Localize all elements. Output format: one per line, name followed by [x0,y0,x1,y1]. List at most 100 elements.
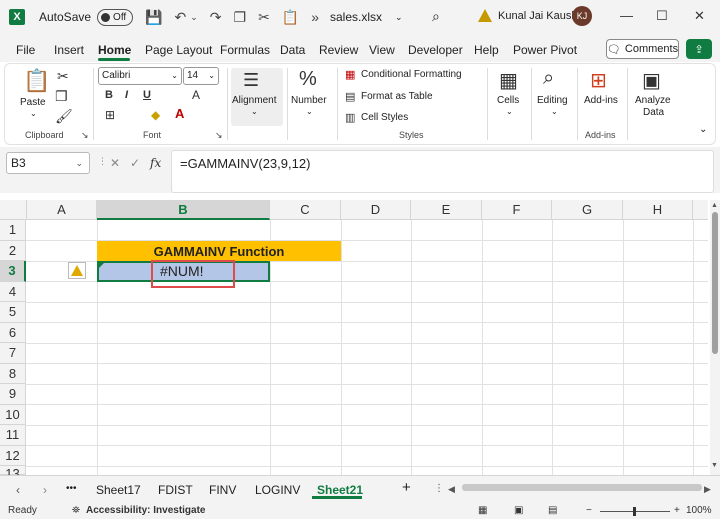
clipboard-launcher-icon[interactable]: ↘ [81,130,89,141]
row-header-13[interactable]: 13 [0,466,26,475]
fill-color-icon[interactable]: ◆ [151,108,160,122]
page-layout-view-icon[interactable]: ▣ [514,505,523,516]
undo-dropdown-icon[interactable]: ⌄ [190,12,198,23]
horizontal-scroll-thumb[interactable] [462,484,702,491]
row-header-6[interactable]: 6 [0,322,26,343]
worksheet-grid[interactable]: A B C D E F G H 1 2 3 4 5 6 7 8 9 10 11 … [0,200,708,475]
zoom-out-icon[interactable]: − [586,505,592,516]
column-header-e[interactable]: E [411,200,482,220]
row-header-7[interactable]: 7 [0,343,26,364]
accessibility-status[interactable]: Accessibility: Investigate [86,505,206,516]
paste-clipboard-icon[interactable]: 📋 [23,68,50,94]
paste-dropdown-icon[interactable]: ⌄ [30,109,37,118]
column-header-g[interactable]: G [552,200,623,220]
font-color-icon[interactable]: A [175,106,184,121]
autosave-toggle[interactable]: Off [97,8,134,26]
sheet-tab-finv[interactable]: FINV [209,483,236,497]
zoom-slider-handle[interactable] [633,507,636,516]
page-break-view-icon[interactable]: ▤ [548,505,557,516]
cut-icon[interactable]: ✂ [258,9,270,26]
number-dropdown-icon[interactable]: ⌄ [306,107,313,116]
cells-icon[interactable]: ▦ [499,68,518,93]
search-icon[interactable]: ⌕ [543,67,554,90]
cells-button[interactable]: Cells [497,95,519,106]
tab-file[interactable]: File [16,43,35,57]
column-header-d[interactable]: D [341,200,411,220]
format-as-table-button[interactable]: Format as Table [361,91,433,102]
number-button[interactable]: Number [291,95,327,106]
more-icon[interactable]: ⋮ [98,156,107,167]
analyze-data-button[interactable]: Analyze [635,95,671,106]
sheet-tab-sheet21[interactable]: Sheet21 [317,483,363,497]
tab-power-pivot[interactable]: Power Pivot [513,43,577,57]
tab-developer[interactable]: Developer [408,43,463,57]
column-header-b[interactable]: B [97,200,270,220]
copy-icon[interactable]: ❐ [234,9,247,26]
search-icon[interactable]: ⌕ [432,8,440,25]
chevron-down-icon[interactable]: ⌄ [75,153,83,173]
tab-home[interactable]: Home [98,43,131,57]
row-header-4[interactable]: 4 [0,281,26,302]
cells-dropdown-icon[interactable]: ⌄ [506,107,513,116]
cell-styles-button[interactable]: Cell Styles [361,112,408,123]
vertical-scroll-thumb[interactable] [712,212,718,354]
paste-icon[interactable]: 📋 [282,9,299,26]
column-header-h[interactable]: H [623,200,693,220]
alignment-dropdown-icon[interactable]: ⌄ [251,107,258,116]
file-name[interactable]: sales.xlsx [330,10,382,24]
add-sheet-button[interactable]: + [402,479,411,496]
insert-function-button[interactable]: fx [150,156,161,170]
format-painter-icon[interactable]: 🖌 [55,108,73,125]
font-launcher-icon[interactable]: ↘ [215,130,223,141]
hscroll-right-icon[interactable]: ▶ [704,484,711,495]
warning-icon[interactable] [478,9,492,22]
redo-icon[interactable]: ↷ [210,9,222,26]
alignment-button[interactable]: Alignment [232,95,276,106]
editing-button[interactable]: Editing [537,95,568,106]
sheet-tab-fdist[interactable]: FDIST [158,483,193,497]
row-header-8[interactable]: 8 [0,363,26,384]
row-header-2[interactable]: 2 [0,240,26,261]
underline-button[interactable]: U [143,89,151,101]
row-header-3[interactable]: 3 [0,261,26,282]
prev-sheet-icon[interactable]: ‹ [16,483,20,497]
close-icon[interactable]: ✕ [694,8,705,24]
maximize-icon[interactable]: ☐ [656,8,668,24]
zoom-in-icon[interactable]: + [674,505,680,516]
tab-page-layout[interactable]: Page Layout [145,43,212,57]
tab-formulas[interactable]: Formulas [220,43,270,57]
tab-help[interactable]: Help [474,43,499,57]
alignment-icon[interactable]: ☰ [243,70,259,91]
paste-button[interactable]: Paste [20,97,46,108]
avatar[interactable]: KJ [572,6,592,26]
enter-icon[interactable]: ✓ [130,156,140,170]
scroll-down-icon[interactable]: ▼ [711,462,718,469]
formula-input[interactable]: =GAMMAINV(23,9,12) [171,150,714,193]
row-header-5[interactable]: 5 [0,302,26,323]
percent-icon[interactable]: % [299,68,317,91]
select-all-corner[interactable] [0,200,27,220]
cell-b2-title[interactable]: GAMMAINV Function [97,241,341,261]
share-button[interactable]: ⇪ [686,39,712,59]
cut-icon[interactable]: ✂ [57,68,69,85]
save-icon[interactable]: 💾 [145,9,162,26]
undo-icon[interactable]: ↶ [174,9,186,26]
editing-dropdown-icon[interactable]: ⌄ [551,107,558,116]
row-header-9[interactable]: 9 [0,384,26,405]
tab-splitter-icon[interactable]: ⋮ [434,483,444,494]
sheet-tab-loginv[interactable]: LOGINV [255,483,300,497]
tab-review[interactable]: Review [319,43,358,57]
zoom-level[interactable]: 100% [686,505,712,516]
more-commands-icon[interactable]: » [311,9,319,25]
column-header-f[interactable]: F [482,200,552,220]
more-sheets-button[interactable]: ••• [66,483,77,494]
italic-button[interactable]: I [125,89,128,101]
column-header-c[interactable]: C [270,200,341,220]
accessibility-icon[interactable]: ⛯ [72,505,80,516]
row-header-1[interactable]: 1 [0,220,26,241]
tab-data[interactable]: Data [280,43,305,57]
add-ins-button[interactable]: Add-ins [584,95,618,106]
analyze-data-button-line2[interactable]: Data [643,107,664,118]
row-header-12[interactable]: 12 [0,445,26,466]
conditional-formatting-button[interactable]: Conditional Formatting [361,69,462,80]
